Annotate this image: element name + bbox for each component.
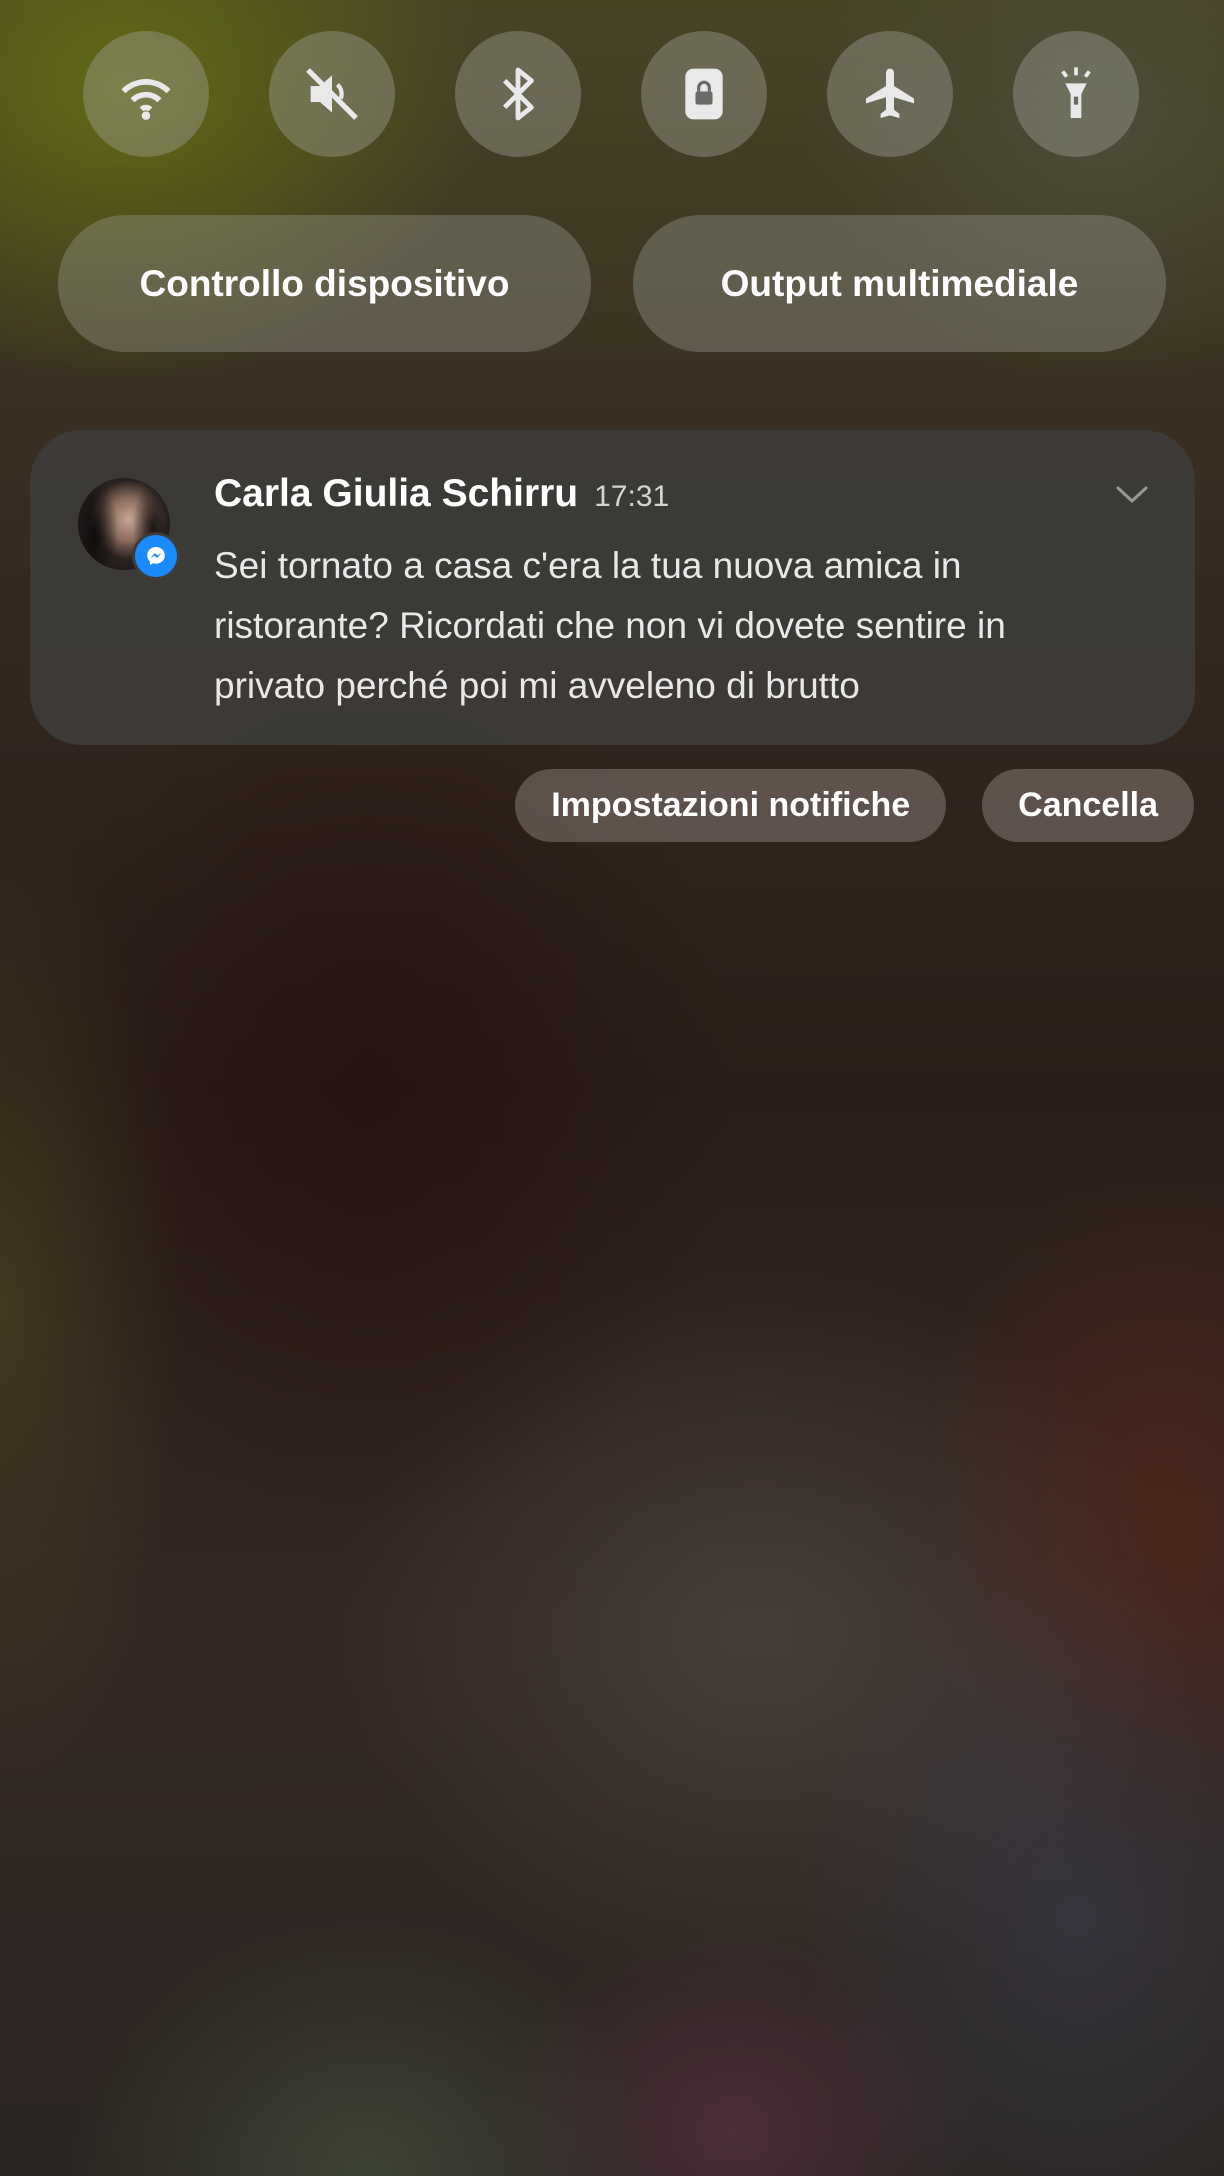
messenger-notification[interactable]: Carla Giulia Schirru 17:31 Sei tornato a… [30,430,1195,745]
airplane-mode-toggle[interactable] [827,31,953,157]
bluetooth-toggle[interactable] [455,31,581,157]
rotation-lock-toggle[interactable] [641,31,767,157]
notification-settings-button[interactable]: Impostazioni notifiche [515,769,947,842]
notification-header: Carla Giulia Schirru 17:31 [214,472,669,516]
bluetooth-icon [502,67,534,121]
quick-panel-pills: Controllo dispositivo Output multimedial… [58,215,1166,352]
media-output-button[interactable]: Output multimediale [633,215,1166,352]
flashlight-toggle[interactable] [1013,31,1139,157]
quick-settings-row [83,31,1139,157]
flashlight-icon [1061,67,1091,118]
airplane-icon [866,68,914,118]
notification-time: 17:31 [594,480,670,513]
messenger-badge [132,532,180,580]
lock-rotation-icon [685,68,723,120]
messenger-icon [147,547,165,565]
device-control-button[interactable]: Controllo dispositivo [58,215,591,352]
notification-message: Sei tornato a casa c'era la tua nuova am… [214,545,1006,706]
chevron-down-icon[interactable] [1115,484,1149,506]
wifi-icon [121,79,171,120]
clear-button[interactable]: Cancella [982,769,1194,842]
mute-icon [306,68,358,120]
sender-name: Carla Giulia Schirru [214,472,579,515]
notification-actions: Impostazioni notifiche Cancella [515,769,1194,842]
wifi-toggle[interactable] [83,31,209,157]
sound-toggle[interactable] [269,31,395,157]
